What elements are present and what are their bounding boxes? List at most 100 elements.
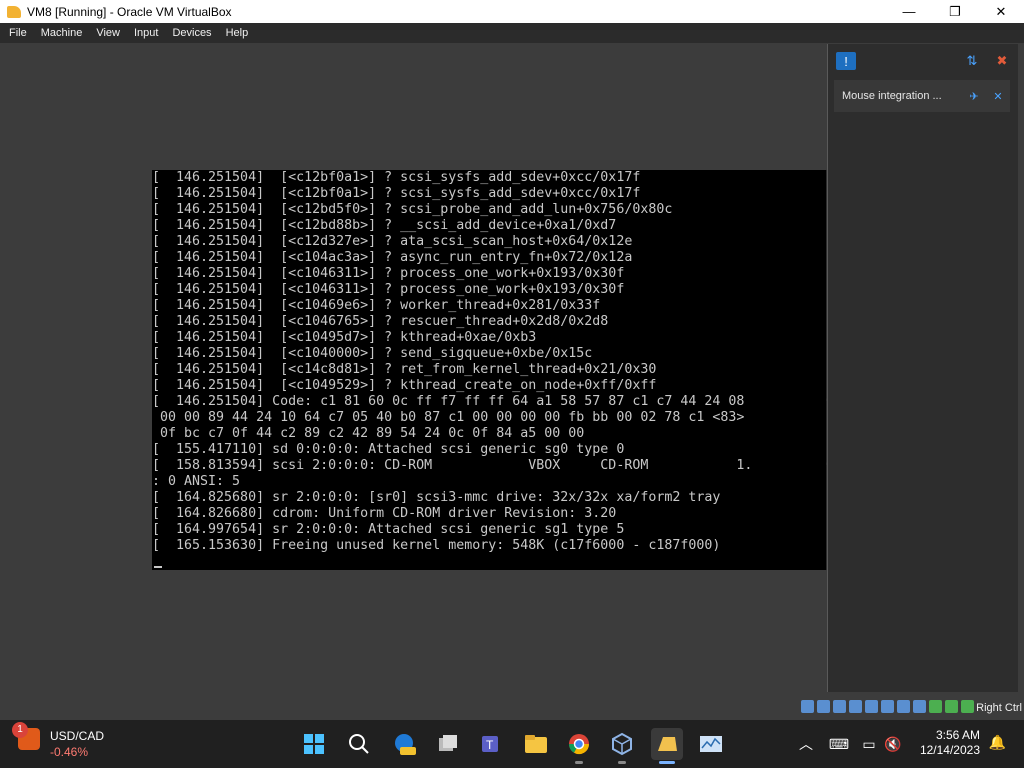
console-line: [ 164.826680] cdrom: Uniform CD-ROM driv…: [152, 506, 617, 521]
console-line: [ 146.251504] [<c1046311>] ? process_one…: [152, 282, 625, 297]
console-line: [ 146.251504] Code: c1 81 60 0c ff f7 ff…: [152, 394, 745, 409]
search-icon: [349, 734, 369, 754]
file-explorer-button[interactable]: [520, 728, 552, 760]
console-cursor: [154, 566, 162, 568]
chrome-button[interactable]: [563, 728, 595, 764]
ticker-icon: 1: [12, 722, 40, 750]
console-line: [ 146.251504] [<c10469e6>] ? worker_thre…: [152, 298, 601, 313]
menu-input[interactable]: Input: [129, 27, 163, 39]
running-indicator: [575, 761, 583, 764]
windows-taskbar: 1 USD/CAD -0.46% T ︿ ⌨ ▭ 🔇 3:56 AM 12/14…: [0, 720, 1024, 768]
start-button[interactable]: [298, 728, 330, 760]
windows-logo-icon: [304, 734, 324, 754]
console-line: [ 146.251504] [<c12bf0a1>] ? scsi_sysfs_…: [152, 170, 641, 185]
teams-button[interactable]: T: [476, 728, 508, 760]
clock-date: 12/14/2023: [919, 743, 980, 757]
display-icon[interactable]: [897, 700, 910, 713]
notification-center-icon[interactable]: !: [836, 52, 856, 70]
shared-folders-icon[interactable]: [881, 700, 894, 713]
optical-drive-icon[interactable]: [817, 700, 830, 713]
menu-file[interactable]: File: [4, 27, 32, 39]
usb-icon[interactable]: [865, 700, 878, 713]
vm-window-icon: [658, 737, 677, 751]
console-line: 00 00 89 44 24 10 64 c7 05 40 b0 87 c1 0…: [152, 410, 745, 425]
svg-text:T: T: [486, 738, 494, 752]
ticker-badge: 1: [12, 722, 28, 738]
notification-item: Mouse integration ... ✈ ✕: [834, 80, 1010, 112]
ticker-widget[interactable]: 1 USD/CAD -0.46%: [12, 722, 104, 759]
console-line: [ 165.153630] Freeing unused kernel memo…: [152, 538, 721, 553]
running-indicator: [618, 761, 626, 764]
console-line: [ 146.251504] [<c12bd5f0>] ? scsi_probe_…: [152, 202, 673, 217]
console-line: [ 146.251504] [<c12bf0a1>] ? scsi_sysfs_…: [152, 186, 641, 201]
network-disconnected-icon[interactable]: ⌨: [828, 734, 850, 754]
task-view-icon: [439, 735, 457, 751]
teams-icon: T: [482, 736, 498, 752]
console-line: [ 164.825680] sr 2:0:0:0: [sr0] scsi3-mm…: [152, 490, 721, 505]
menu-bar: File Machine View Input Devices Help: [0, 23, 1024, 43]
status-icons: [801, 700, 974, 713]
ticker-change: -0.46%: [50, 745, 89, 759]
pin-icon[interactable]: ✈: [962, 90, 986, 103]
chrome-icon: [568, 734, 590, 755]
restore-button[interactable]: ❐: [932, 0, 978, 23]
window-title: VM8 [Running] - Oracle VM VirtualBox: [27, 4, 232, 19]
cpu-icon[interactable]: [929, 700, 942, 713]
edge-beta-button[interactable]: [388, 728, 420, 760]
console-line: [ 146.251504] [<c14c8d81>] ? ret_from_ke…: [152, 362, 657, 377]
system-clock[interactable]: 3:56 AM 12/14/2023: [920, 728, 980, 758]
menu-view[interactable]: View: [91, 27, 125, 39]
performance-monitor-button[interactable]: [695, 728, 727, 760]
network-icon[interactable]: [849, 700, 862, 713]
virtualbox-manager-button[interactable]: [606, 728, 638, 764]
vm8-window-button[interactable]: [651, 728, 683, 764]
edge-beta-icon: [395, 734, 416, 755]
console-line: [ 146.251504] [<c1046765>] ? rescuer_thr…: [152, 314, 609, 329]
recording-icon[interactable]: [913, 700, 926, 713]
active-indicator: [659, 761, 675, 764]
console-line: [ 146.251504] [<c104ac3a>] ? async_run_e…: [152, 250, 633, 265]
menu-devices[interactable]: Devices: [167, 27, 216, 39]
menu-help[interactable]: Help: [221, 27, 254, 39]
console-line: 0f bc c7 0f 44 c2 89 c2 42 89 54 24 0c 0…: [152, 426, 585, 441]
window-controls: — ❐ ✕: [886, 0, 1024, 23]
console-line: : 0 ANSI: 5: [152, 474, 241, 489]
notification-bell-icon[interactable]: 🔔: [989, 734, 1006, 751]
console-line: [ 146.251504] [<c12d327e>] ? ata_scsi_sc…: [152, 234, 633, 249]
console-line: [ 155.417110] sd 0:0:0:0: Attached scsi …: [152, 442, 625, 457]
console-line: [ 146.251504] [<c1040000>] ? send_sigque…: [152, 346, 593, 361]
display-tray-icon[interactable]: ▭: [858, 734, 880, 754]
audio-icon[interactable]: [833, 700, 846, 713]
sort-icon[interactable]: ⇅: [962, 52, 982, 70]
console-line: [ 146.251504] [<c12bd88b>] ? __scsi_add_…: [152, 218, 617, 233]
hard-disk-icon[interactable]: [801, 700, 814, 713]
folder-icon: [525, 735, 547, 753]
performance-monitor-icon: [700, 736, 722, 752]
notification-message: Mouse integration ...: [842, 90, 942, 102]
close-icon[interactable]: ✕: [986, 90, 1010, 103]
console-line: [ 146.251504] [<c10495d7>] ? kthread+0xa…: [152, 330, 537, 345]
menu-machine[interactable]: Machine: [36, 27, 88, 39]
ticker-symbol: USD/CAD: [50, 729, 105, 743]
virtualbox-cube-icon: [612, 732, 632, 756]
task-view-button[interactable]: [432, 728, 464, 760]
mouse-integration-icon[interactable]: [945, 700, 958, 713]
clear-all-icon[interactable]: ✖: [992, 52, 1012, 70]
vm-statusbar: Right Ctrl: [0, 695, 1024, 720]
window-titlebar: VM8 [Running] - Oracle VM VirtualBox — ❐…: [0, 0, 1024, 23]
search-button[interactable]: [343, 728, 375, 760]
host-key-label: Right Ctrl: [976, 702, 1022, 714]
minimize-button[interactable]: —: [886, 0, 932, 23]
console-line: [ 164.997654] sr 2:0:0:0: Attached scsi …: [152, 522, 625, 537]
console-line: [ 146.251504] [<c1049529>] ? kthread_cre…: [152, 378, 657, 393]
vm-console-screen[interactable]: [ 146.251504] [<c12bf0a1>] ? scsi_sysfs_…: [152, 170, 826, 570]
clock-time: 3:56 AM: [935, 728, 980, 742]
chevron-up-icon[interactable]: ︿: [795, 734, 817, 754]
close-button[interactable]: ✕: [978, 0, 1024, 23]
notification-center-panel: ! ⇅ ✖ Mouse integration ... ✈ ✕: [827, 44, 1018, 692]
virtualbox-app-icon: [7, 5, 21, 18]
console-line: [ 158.813594] scsi 2:0:0:0: CD-ROM VBOX …: [152, 458, 753, 473]
keyboard-icon[interactable]: [961, 700, 974, 713]
console-line: [ 146.251504] [<c1046311>] ? process_one…: [152, 266, 625, 281]
volume-muted-icon[interactable]: 🔇: [882, 734, 904, 754]
